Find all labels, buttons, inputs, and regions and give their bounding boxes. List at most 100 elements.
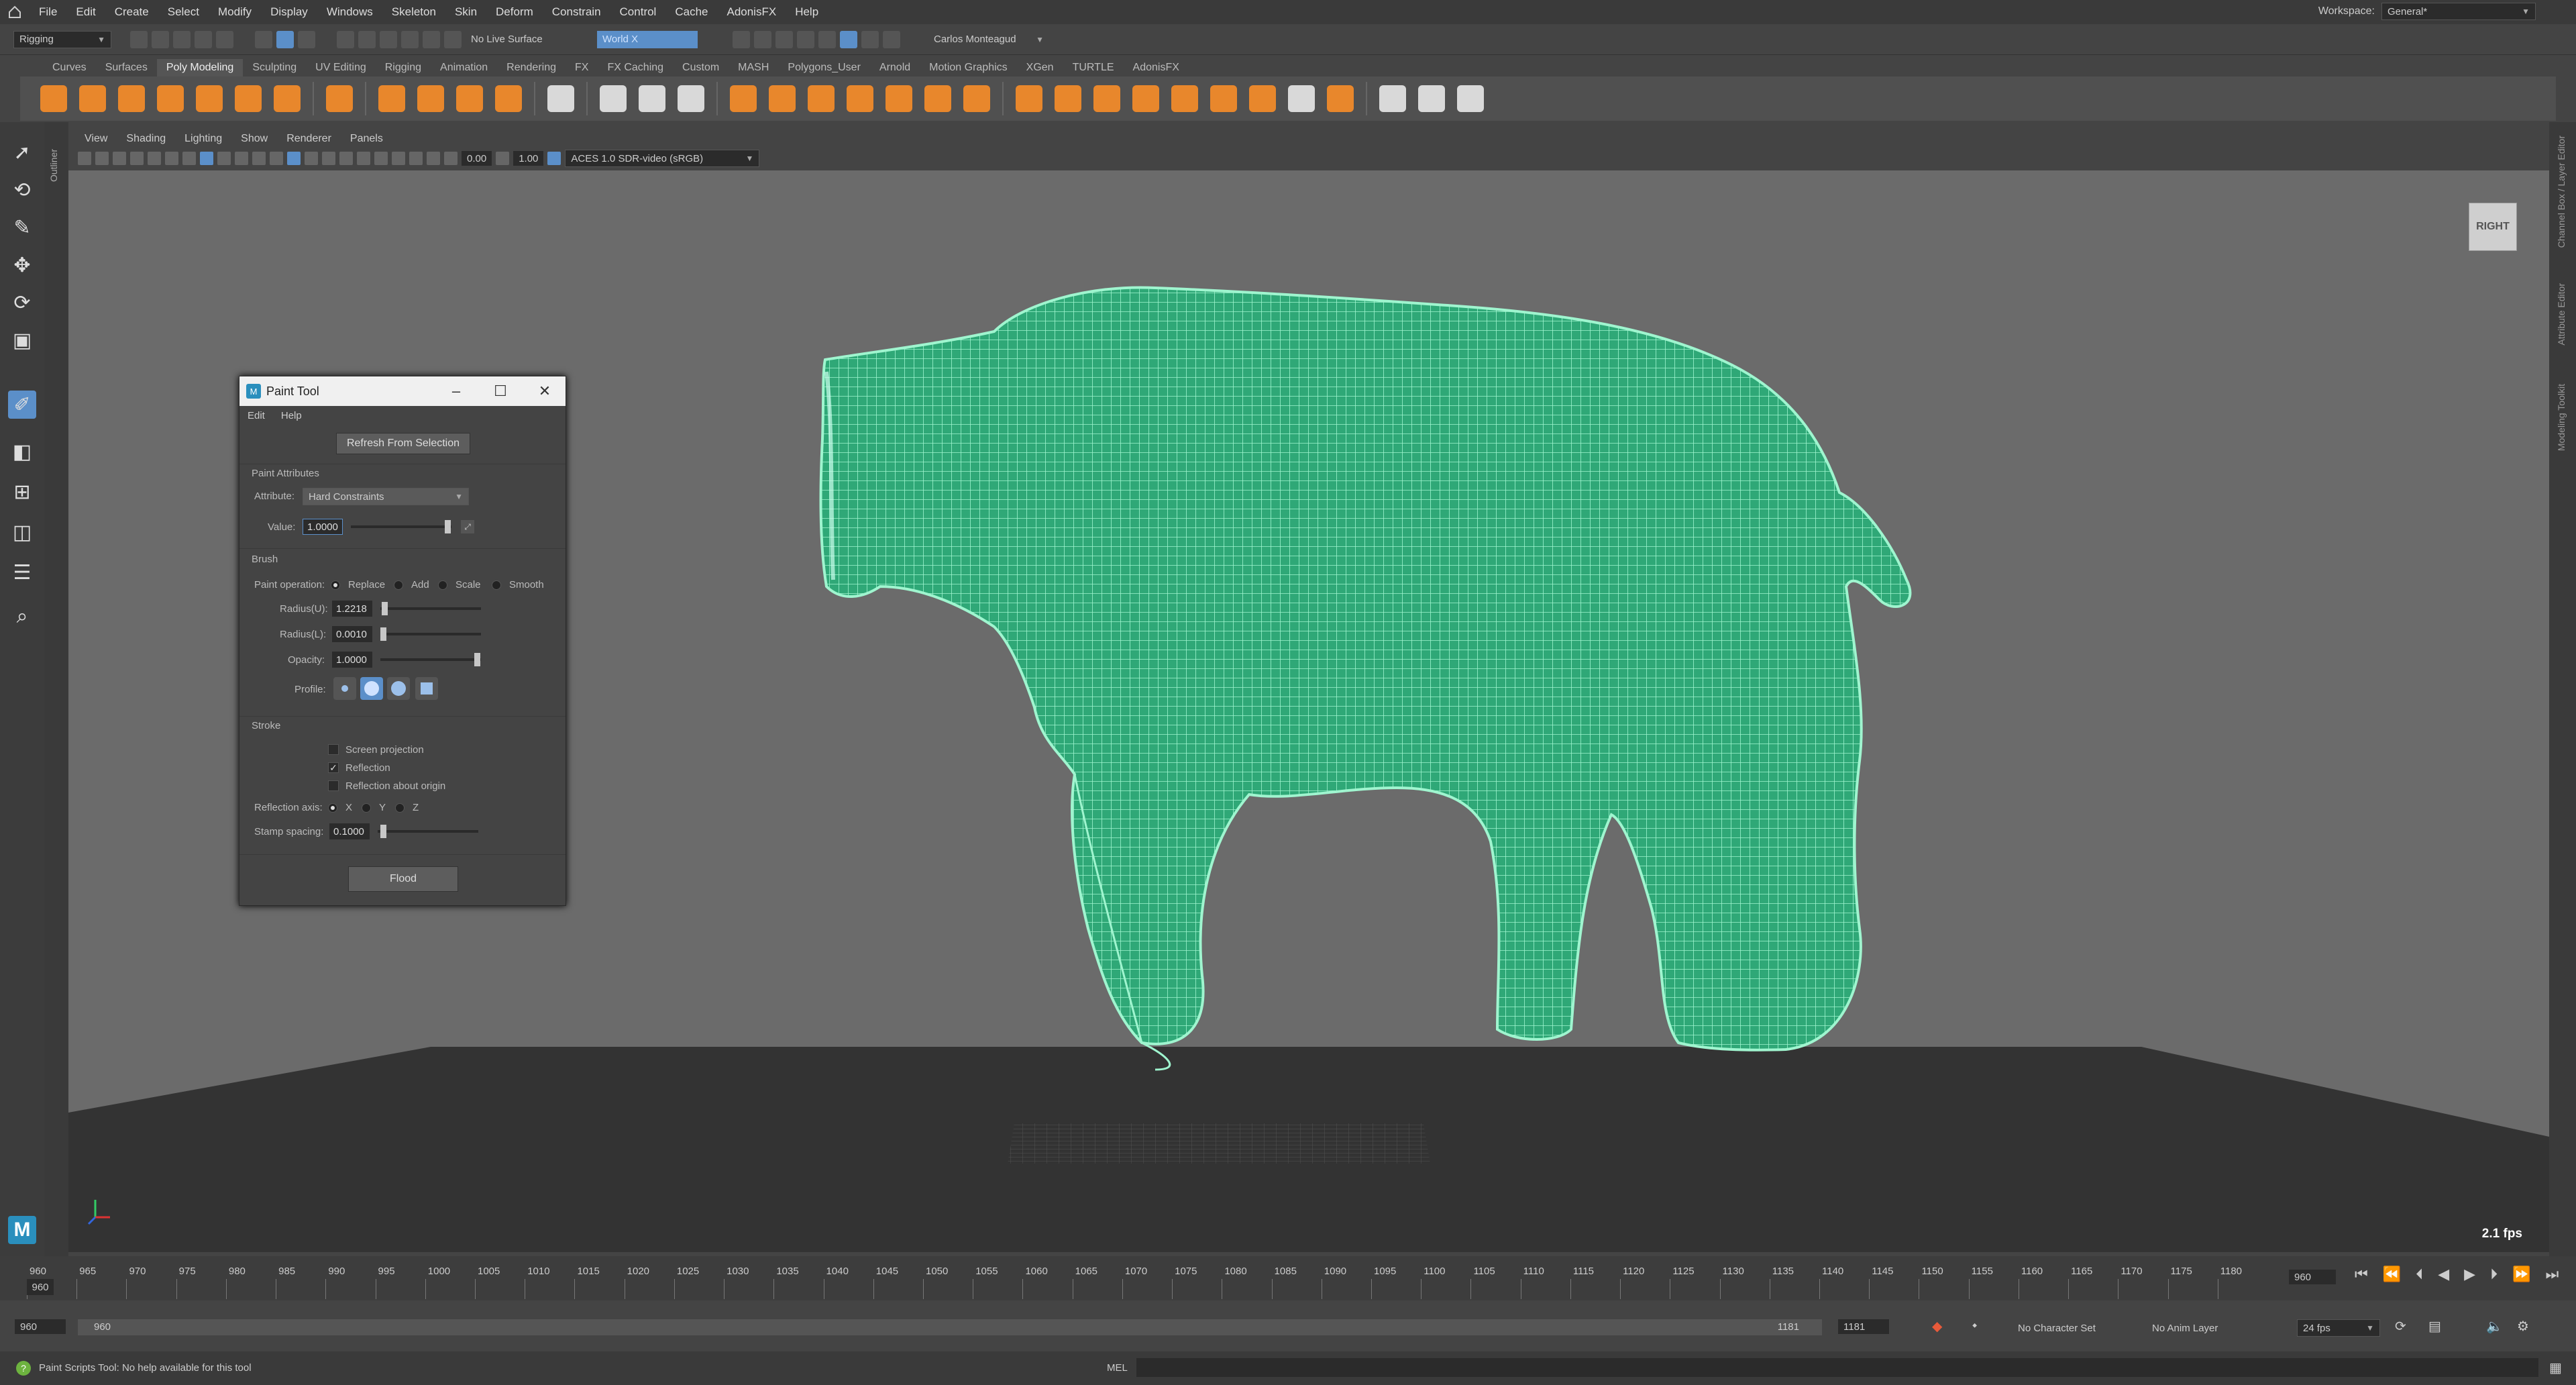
- shelf-tab-poly-modeling[interactable]: Poly Modeling: [156, 59, 244, 76]
- combine-grid-icon[interactable]: [547, 85, 574, 112]
- quad-draw-icon[interactable]: [1132, 85, 1159, 112]
- elephant-mesh[interactable]: [819, 286, 1912, 1051]
- gamma-field[interactable]: 1.00: [513, 151, 544, 166]
- select-hierarchy-icon[interactable]: [255, 30, 272, 48]
- reflection-origin-checkbox[interactable]: [328, 780, 339, 791]
- shelf-tab-adonisfx[interactable]: AdonisFX: [1124, 59, 1189, 76]
- bookmark-icon[interactable]: [113, 152, 126, 165]
- target-weld-icon[interactable]: [1055, 85, 1081, 112]
- poly-sphere-icon[interactable]: [40, 85, 67, 112]
- select-tool-icon[interactable]: ➚: [8, 138, 36, 166]
- gamma-icon[interactable]: [496, 152, 510, 165]
- step-forward-frame-icon[interactable]: ⏵: [2490, 1266, 2498, 1283]
- boolean-icon[interactable]: [847, 85, 873, 112]
- render-settings-icon[interactable]: [797, 30, 814, 48]
- anti-aliasing-icon[interactable]: [339, 152, 353, 165]
- undo-icon[interactable]: [195, 30, 212, 48]
- step-back-key-icon[interactable]: ⏪: [2383, 1266, 2401, 1283]
- refresh-from-selection-button[interactable]: Refresh From Selection: [336, 433, 470, 454]
- anim-prefs-icon[interactable]: ⚙: [2517, 1318, 2529, 1335]
- view-cube[interactable]: RIGHT: [2469, 203, 2517, 251]
- resolution-gate-icon[interactable]: [182, 152, 196, 165]
- paint-tool-menu-edit[interactable]: Edit: [239, 410, 273, 421]
- anim-layer-dropdown[interactable]: No Anim Layer: [2147, 1319, 2281, 1337]
- stamp-spacing-slider[interactable]: [378, 825, 478, 838]
- menu-help[interactable]: Help: [786, 5, 828, 19]
- motion-blur-icon[interactable]: [322, 152, 335, 165]
- shadows-icon[interactable]: [287, 152, 301, 165]
- xray-icon[interactable]: [392, 152, 405, 165]
- menu-windows[interactable]: Windows: [317, 5, 382, 19]
- snap-point-icon[interactable]: [380, 30, 397, 48]
- modeling-toolkit-tab[interactable]: Modeling Toolkit: [2556, 384, 2567, 451]
- workspace-dropdown[interactable]: General* ▼: [2381, 3, 2536, 20]
- live-surface-field[interactable]: No Live Surface: [466, 31, 593, 48]
- snap-surface-icon[interactable]: [423, 30, 440, 48]
- operation-replace-radio[interactable]: [331, 580, 340, 590]
- shelf-tab-xgen[interactable]: XGen: [1017, 59, 1063, 76]
- current-frame-field[interactable]: 960: [2289, 1270, 2336, 1284]
- camera-attributes-icon[interactable]: [95, 152, 109, 165]
- sound-icon[interactable]: 🔈: [2486, 1318, 2503, 1335]
- screen-projection-checkbox[interactable]: [328, 744, 339, 755]
- time-slider[interactable]: 960 965 970 975 980 985 990 995 1000 1005 1010 1015…: [0, 1256, 2576, 1300]
- reduce-icon[interactable]: [678, 85, 704, 112]
- grid-toggle-icon[interactable]: [148, 152, 161, 165]
- merge-icon[interactable]: [963, 85, 990, 112]
- append-icon[interactable]: [924, 85, 951, 112]
- film-gate-icon[interactable]: [165, 152, 178, 165]
- opacity-slider-handle[interactable]: [474, 653, 480, 666]
- radius-u-slider[interactable]: [380, 602, 481, 615]
- operation-add-radio[interactable]: [394, 580, 403, 590]
- command-line-input[interactable]: [1136, 1358, 2538, 1377]
- stamp-spacing-input[interactable]: 0.1000: [329, 823, 370, 839]
- slide-edge-icon[interactable]: [1249, 85, 1276, 112]
- shelf-tab-animation[interactable]: Animation: [431, 59, 497, 76]
- pause-icon[interactable]: [883, 30, 900, 48]
- current-time-marker[interactable]: 960: [27, 1279, 54, 1295]
- separate-icon[interactable]: [1288, 85, 1315, 112]
- menu-cache[interactable]: Cache: [665, 5, 717, 19]
- menu-edit[interactable]: Edit: [66, 5, 105, 19]
- shelf-tab-motion-graphics[interactable]: Motion Graphics: [920, 59, 1017, 76]
- shelf-tab-fx[interactable]: FX: [566, 59, 598, 76]
- radius-u-slider-handle[interactable]: [382, 602, 388, 615]
- maximize-icon[interactable]: ☐: [478, 376, 523, 406]
- offset-loop-icon[interactable]: [1210, 85, 1237, 112]
- scale-tool-icon[interactable]: ▣: [8, 326, 36, 354]
- menuset-dropdown[interactable]: Rigging ▼: [13, 30, 111, 48]
- profile-solid-icon[interactable]: [387, 677, 410, 700]
- operation-smooth-radio[interactable]: [492, 580, 501, 590]
- key-settings-icon[interactable]: ⬩: [1972, 1318, 1977, 1333]
- shelf-tab-curves[interactable]: Curves: [43, 59, 96, 76]
- redo-icon[interactable]: [216, 30, 233, 48]
- viewport-menu-renderer[interactable]: Renderer: [277, 133, 341, 145]
- viewport-menu-shading[interactable]: Shading: [117, 133, 175, 145]
- shelf-tab-sculpting[interactable]: Sculpting: [243, 59, 306, 76]
- image-plane-icon[interactable]: [130, 152, 144, 165]
- menu-file[interactable]: File: [30, 5, 66, 19]
- poly-text-icon[interactable]: [456, 85, 483, 112]
- select-object-icon[interactable]: [276, 30, 294, 48]
- value-map-icon[interactable]: ⤢: [461, 520, 474, 533]
- attribute-dropdown[interactable]: Hard Constraints ▼: [303, 488, 469, 505]
- opacity-slider[interactable]: [380, 653, 481, 666]
- menu-select[interactable]: Select: [158, 5, 209, 19]
- menu-skeleton[interactable]: Skeleton: [382, 5, 445, 19]
- use-lights-icon[interactable]: [270, 152, 283, 165]
- poly-cylinder-icon[interactable]: [118, 85, 145, 112]
- menu-adonisfx[interactable]: AdonisFX: [717, 5, 786, 19]
- reflection-checkbox[interactable]: ✓: [328, 762, 339, 773]
- axis-x-radio[interactable]: [328, 803, 337, 813]
- radius-l-input[interactable]: 0.0010: [332, 626, 372, 642]
- fps-dropdown[interactable]: 24 fps ▼: [2297, 1319, 2380, 1337]
- loop-icon[interactable]: ⟳: [2395, 1318, 2406, 1335]
- value-input[interactable]: 1.0000: [303, 519, 343, 535]
- close-icon[interactable]: ✕: [523, 376, 567, 406]
- poly-helix-icon[interactable]: [417, 85, 444, 112]
- combine-icon[interactable]: [1327, 85, 1354, 112]
- user-account-dropdown[interactable]: Carlos Monteagud ▼: [928, 31, 1049, 48]
- xray-joints-icon[interactable]: [409, 152, 423, 165]
- new-scene-icon[interactable]: [130, 30, 148, 48]
- poly-plane-icon[interactable]: [235, 85, 262, 112]
